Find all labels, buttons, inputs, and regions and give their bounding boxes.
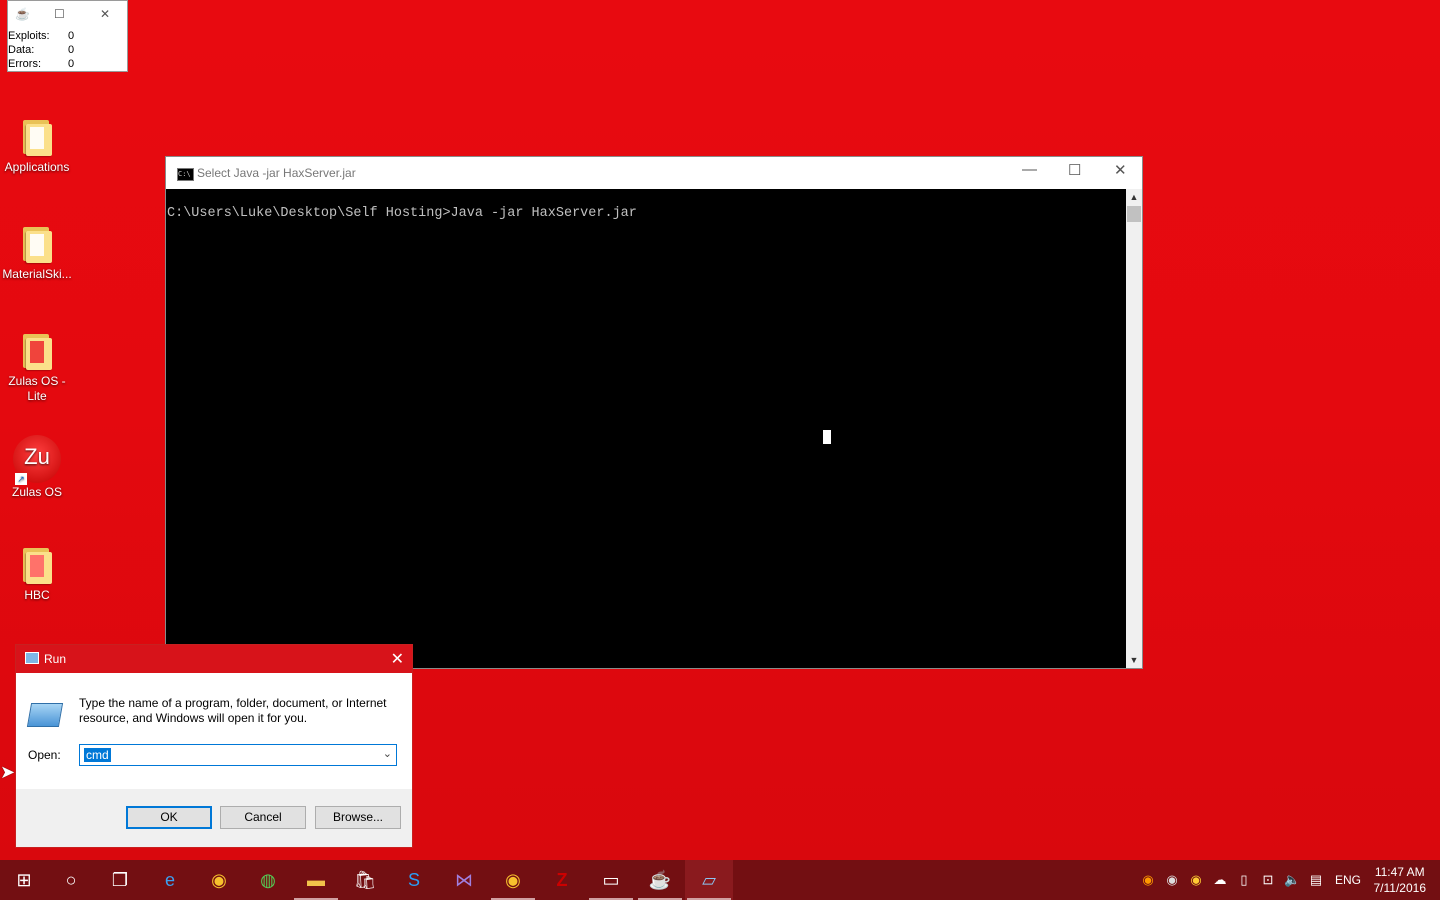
notifications-icon[interactable]: ▤ [1308, 872, 1324, 888]
stats-window-titlebar[interactable]: ☕ ☐ ✕ [8, 1, 127, 29]
taskbar: ⊞ ○ ❐ e ◉ ◍ ▬ 🛍 S ⋈ ◉ Z ▭ ☕ ▱ ◉ ◉ ◉ ☁ ▯ … [0, 860, 1440, 900]
stat-value: 0 [68, 44, 75, 56]
desktop-icon-label: HBC [24, 588, 50, 602]
cmd-console[interactable]: C:\Users\Luke\Desktop\Self Hosting>Java … [166, 189, 1126, 668]
cmd-taskbar-icon[interactable]: ▭ [587, 860, 635, 900]
open-combobox[interactable]: cmd ⌄ [79, 744, 397, 766]
open-input-value[interactable]: cmd [84, 748, 111, 762]
desktop-icon-applications[interactable]: Applications [0, 118, 74, 175]
mouse-pointer-icon: ➤ [0, 762, 16, 782]
run-body: Type the name of a program, folder, docu… [16, 673, 412, 789]
stat-label: Exploits: [8, 30, 50, 42]
close-icon[interactable]: ✕ [391, 649, 404, 669]
stat-value: 0 [68, 30, 75, 42]
stat-label: Errors: [8, 58, 41, 70]
globe-icon[interactable]: ◍ [244, 860, 292, 900]
desktop-icon-materialskin[interactable]: MaterialSki... [0, 225, 74, 282]
run-icon [26, 703, 64, 727]
app-tray-icon[interactable]: ◉ [1188, 872, 1204, 888]
filezilla-icon[interactable]: Z [538, 860, 586, 900]
stat-row-data: Data: 0 [8, 43, 127, 57]
edge-icon[interactable]: e [146, 860, 194, 900]
cmd-window-title: Select Java -jar HaxServer.jar [197, 166, 356, 180]
scroll-down-icon[interactable]: ▼ [1126, 652, 1142, 668]
task-view-icon[interactable]: ❐ [96, 860, 144, 900]
cancel-button[interactable]: Cancel [220, 806, 306, 829]
scroll-up-icon[interactable]: ▲ [1126, 189, 1142, 205]
clock[interactable]: 11:47 AM 7/11/2016 [1374, 864, 1427, 896]
maximize-icon[interactable]: ☐ [1068, 161, 1081, 179]
clock-date: 7/11/2016 [1373, 881, 1427, 895]
run-taskbar-icon[interactable]: ▱ [685, 860, 733, 900]
cmd-titlebar[interactable]: C:\ Select Java -jar HaxServer.jar — ☐ ✕ [166, 157, 1142, 189]
language-indicator[interactable]: ENG [1335, 860, 1361, 900]
usb-icon[interactable]: ▯ [1236, 872, 1252, 888]
open-label: Open: [28, 748, 61, 762]
minimize-icon[interactable]: — [1022, 161, 1037, 178]
clock-time: 11:47 AM [1374, 865, 1425, 879]
skype-icon[interactable]: S [390, 860, 438, 900]
zulas-os-icon: Zu ↗ [13, 435, 61, 485]
stats-window: ☕ ☐ ✕ Exploits: 0 Data: 0 Errors: 0 [7, 0, 128, 72]
volume-icon[interactable]: 🔈 [1284, 872, 1300, 888]
cmd-scrollbar[interactable]: ▲ ▼ [1126, 189, 1142, 668]
close-icon[interactable]: ✕ [1114, 161, 1127, 179]
cmd-prompt-line: C:\Users\Luke\Desktop\Self Hosting>Java … [167, 206, 637, 221]
stat-value: 0 [68, 58, 75, 70]
network-icon[interactable]: ⊡ [1260, 872, 1276, 888]
folder-icon [21, 225, 53, 263]
desktop-icon-label: Zulas OS - Lite [8, 374, 66, 403]
firefox-tray-icon[interactable]: ◉ [1140, 872, 1156, 888]
desktop-icon-label: Zulas OS [11, 485, 62, 499]
zulas-glyph: Zu [24, 444, 50, 469]
ok-button[interactable]: OK [126, 806, 212, 829]
cmd-window: C:\ Select Java -jar HaxServer.jar — ☐ ✕… [165, 156, 1143, 669]
run-description: Type the name of a program, folder, docu… [79, 696, 387, 725]
run-dialog: Run ✕ Type the name of a program, folder… [15, 644, 413, 848]
text-cursor [823, 430, 831, 444]
run-app-icon [25, 652, 39, 664]
chrome-icon[interactable]: ◉ [195, 860, 243, 900]
stat-label: Data: [8, 44, 35, 56]
chrome-tray-icon[interactable]: ◉ [1164, 872, 1180, 888]
cortana-icon[interactable]: ○ [47, 860, 95, 900]
store-icon[interactable]: 🛍 [341, 860, 389, 900]
run-title: Run [44, 652, 67, 666]
stat-row-errors: Errors: 0 [8, 57, 127, 71]
run-titlebar[interactable]: Run ✕ [16, 645, 412, 673]
folder-icon [21, 332, 53, 370]
file-explorer-icon[interactable]: ▬ [292, 860, 340, 900]
maximize-icon[interactable]: ☐ [54, 7, 65, 21]
browse-button[interactable]: Browse... [315, 806, 401, 829]
chrome-alt-icon[interactable]: ◉ [489, 860, 537, 900]
desktop-icon-hbc[interactable]: HBC [0, 546, 74, 603]
visual-studio-icon[interactable]: ⋈ [440, 860, 488, 900]
java-taskbar-icon[interactable]: ☕ [636, 860, 684, 900]
desktop-icon-label: Applications [4, 160, 70, 174]
onedrive-icon[interactable]: ☁ [1212, 872, 1228, 888]
desktop-icon-zulas-os-lite[interactable]: Zulas OS - Lite [0, 332, 74, 404]
close-icon[interactable]: ✕ [100, 7, 110, 21]
start-button[interactable]: ⊞ [0, 860, 48, 900]
folder-icon [21, 546, 53, 584]
folder-icon [21, 118, 53, 156]
stat-row-exploits: Exploits: 0 [8, 29, 127, 43]
chevron-down-icon[interactable]: ⌄ [383, 747, 392, 760]
desktop-icon-label: MaterialSki... [2, 267, 72, 281]
cmd-app-icon: C:\ [177, 168, 194, 181]
desktop-icon-zulas-os[interactable]: Zu ↗ Zulas OS [0, 435, 74, 500]
java-icon: ☕ [15, 7, 30, 21]
scroll-thumb[interactable] [1127, 206, 1141, 222]
shortcut-arrow-icon: ↗ [15, 473, 27, 485]
